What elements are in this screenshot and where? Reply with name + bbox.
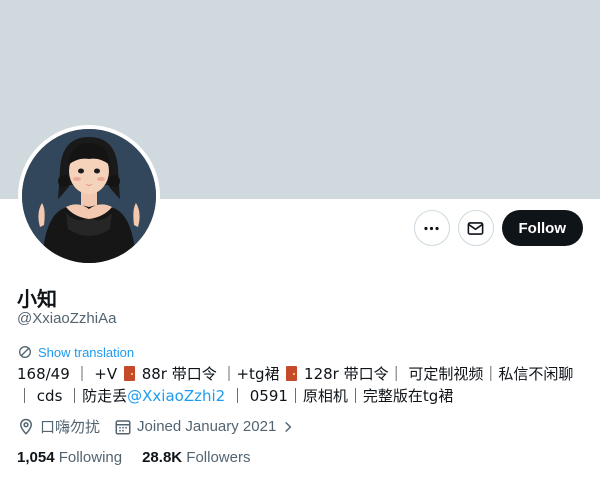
profile-name: 小知 bbox=[17, 287, 57, 311]
following-count: 1,054 bbox=[17, 449, 55, 466]
bio-part-5: ｜ 0591｜原相机｜完整版在tg裙 bbox=[225, 387, 454, 405]
more-icon bbox=[424, 226, 439, 230]
avatar-illustration bbox=[22, 129, 156, 263]
profile-meta: 口嗨勿扰 Joined January 2021 bbox=[17, 416, 295, 437]
follow-button[interactable]: Follow bbox=[501, 210, 583, 246]
location-text: 口嗨勿扰 bbox=[40, 418, 101, 436]
bio-part-4: cds ｜防走丢 bbox=[36, 387, 128, 405]
profile-avatar[interactable] bbox=[18, 125, 160, 267]
joined-text: Joined January 2021 bbox=[137, 418, 277, 435]
profile-handle: @XxiaoZzhiAa bbox=[17, 310, 117, 327]
show-translation-link[interactable]: Show translation bbox=[17, 344, 134, 360]
message-button[interactable] bbox=[457, 210, 494, 246]
more-button[interactable] bbox=[413, 210, 450, 246]
followers-label: Followers bbox=[186, 449, 251, 466]
location-item: 口嗨勿扰 bbox=[17, 416, 100, 437]
followers-stat[interactable]: 28.8K Followers bbox=[142, 449, 250, 466]
door-emoji-icon bbox=[286, 366, 298, 381]
bio-part-1: 168/49 ｜ +V bbox=[17, 365, 118, 383]
bio-part-2: 88r 带口令 ｜+tg裙 bbox=[141, 365, 280, 383]
show-translation-label: Show translation bbox=[38, 344, 135, 360]
translate-icon bbox=[19, 346, 31, 358]
following-stat[interactable]: 1,054 Following bbox=[17, 449, 122, 466]
location-icon bbox=[19, 418, 33, 435]
calendar-icon bbox=[115, 419, 131, 434]
chevron-right-icon bbox=[285, 421, 292, 432]
joined-item[interactable]: Joined January 2021 bbox=[114, 418, 295, 436]
profile-actions: Follow bbox=[413, 210, 583, 246]
profile-stats: 1,054 Following 28.8K Followers bbox=[17, 449, 250, 466]
followers-count: 28.8K bbox=[142, 449, 183, 466]
following-label: Following bbox=[58, 449, 123, 466]
profile-bio: 168/49 ｜ +V 88r 带口令 ｜+tg裙 128r 带口令｜ 可定制视… bbox=[17, 363, 587, 407]
envelope-icon bbox=[467, 221, 484, 235]
bio-mention-link[interactable]: @XxiaoZzhi2 bbox=[127, 387, 225, 405]
door-emoji-icon bbox=[123, 366, 135, 381]
